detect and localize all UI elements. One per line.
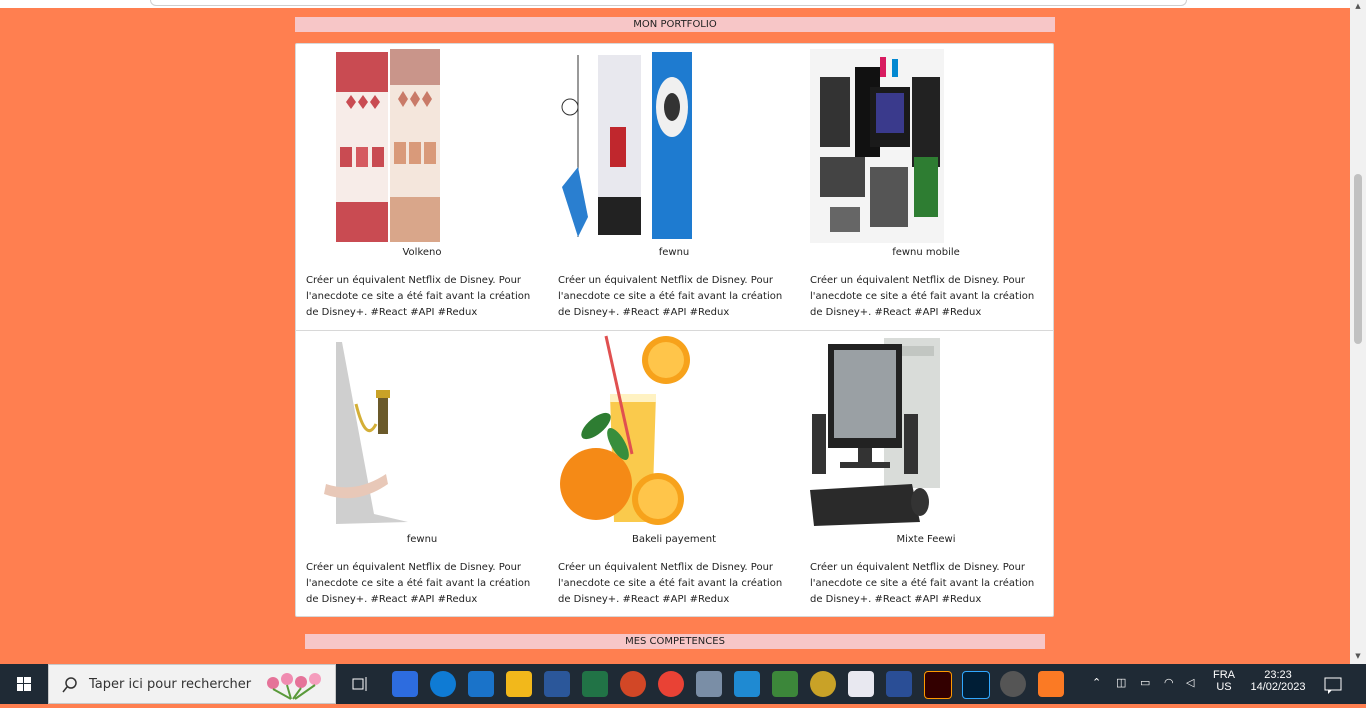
scrollbar-thumb[interactable]: [1354, 174, 1362, 344]
keyboard-layout: US: [1216, 681, 1232, 693]
project-thumbnail: [810, 334, 944, 530]
tray-chevron-icon[interactable]: ⌃: [1092, 676, 1101, 689]
store-icon[interactable]: [392, 671, 418, 697]
network-icon[interactable]: ◫: [1116, 676, 1126, 689]
file-explorer-icon[interactable]: [506, 671, 532, 697]
competences-heading: MES COMPETENCES: [305, 634, 1045, 649]
project-title: Volkeno: [402, 247, 442, 258]
language-code: FRA: [1213, 669, 1235, 681]
project-thumbnail: [306, 336, 416, 530]
remote-desktop-icon[interactable]: [696, 671, 722, 697]
powershell-icon[interactable]: [886, 671, 912, 697]
paint-icon[interactable]: [848, 671, 874, 697]
portfolio-heading: MON PORTFOLIO: [295, 17, 1055, 32]
start-button[interactable]: [0, 664, 48, 704]
top-panel-edge: [150, 0, 1187, 6]
project-title: Mixte Feewi: [896, 534, 956, 545]
illustrator-icon[interactable]: [924, 671, 952, 699]
vscode-icon[interactable]: [734, 671, 760, 697]
excel-icon[interactable]: [582, 671, 608, 697]
portfolio-grid: Volkeno Créer un équivalent Netflix de D…: [295, 43, 1054, 617]
wifi-icon[interactable]: ◠: [1164, 676, 1174, 689]
project-card-bakeli-payement[interactable]: Bakeli payement Créer un équivalent Netf…: [548, 331, 800, 617]
portfolio-row: fewnu Créer un équivalent Netflix de Dis…: [296, 331, 1053, 617]
project-card-fewnu[interactable]: fewnu Créer un équivalent Netflix de Dis…: [548, 44, 800, 330]
tulips-icon: [267, 673, 321, 700]
project-card-fewnu-mobile[interactable]: fewnu mobile Créer un équivalent Netflix…: [800, 44, 1052, 330]
photoshop-icon[interactable]: [962, 671, 990, 699]
edge-icon[interactable]: [430, 671, 456, 697]
powerpoint-icon[interactable]: [620, 671, 646, 697]
project-title: fewnu mobile: [892, 247, 960, 258]
project-card-mixte-feewi[interactable]: Mixte Feewi Créer un équivalent Netflix …: [800, 331, 1052, 617]
word-icon[interactable]: [544, 671, 570, 697]
node-icon[interactable]: [772, 671, 798, 697]
portfolio-row: Volkeno Créer un équivalent Netflix de D…: [296, 44, 1053, 331]
search-icon: [62, 677, 77, 693]
project-card-fewnu-2[interactable]: fewnu Créer un équivalent Netflix de Dis…: [296, 331, 548, 617]
task-view-icon[interactable]: [347, 671, 373, 697]
project-description: Créer un équivalent Netflix de Disney. P…: [558, 562, 783, 605]
project-thumbnail: [810, 49, 944, 243]
scroll-up-icon[interactable]: ▲: [1350, 0, 1366, 12]
project-thumbnail: [558, 334, 692, 530]
page-scrollbar[interactable]: ▲ ▼: [1350, 0, 1366, 664]
xampp-icon[interactable]: [1038, 671, 1064, 697]
notification-icon[interactable]: [1320, 671, 1346, 697]
scroll-down-icon[interactable]: ▼: [1350, 650, 1366, 662]
project-description: Créer un équivalent Netflix de Disney. P…: [810, 562, 1035, 605]
app-icon[interactable]: [810, 671, 836, 697]
project-description: Créer un équivalent Netflix de Disney. P…: [810, 275, 1035, 318]
mail-icon[interactable]: [468, 671, 494, 697]
clock-time: 23:23: [1264, 669, 1292, 681]
battery-icon[interactable]: ▭: [1140, 676, 1150, 689]
project-thumbnail: [336, 49, 440, 242]
clock[interactable]: 23:23 14/02/2023: [1244, 669, 1312, 693]
search-placeholder: Taper ici pour rechercher: [89, 677, 252, 692]
taskbar-search[interactable]: Taper ici pour rechercher: [48, 664, 336, 704]
browser-top-strip: [0, 0, 1350, 8]
project-title: fewnu: [406, 534, 438, 545]
project-description: Créer un équivalent Netflix de Disney. P…: [558, 275, 783, 318]
project-thumbnail: [561, 52, 692, 239]
project-title: Bakeli payement: [631, 534, 716, 545]
volume-icon[interactable]: ◁: [1186, 676, 1194, 689]
project-description: Créer un équivalent Netflix de Disney. P…: [306, 562, 531, 605]
input-language[interactable]: FRA US: [1208, 669, 1240, 693]
windows-logo-icon: [17, 677, 31, 691]
project-description: Créer un équivalent Netflix de Disney. P…: [306, 275, 531, 318]
media-icon[interactable]: [1000, 671, 1026, 697]
project-title: fewnu: [658, 247, 690, 258]
project-card-volkeno[interactable]: Volkeno Créer un équivalent Netflix de D…: [296, 44, 548, 330]
clock-date: 14/02/2023: [1250, 681, 1306, 693]
chrome-icon[interactable]: [658, 671, 684, 697]
windows-taskbar: Taper ici pour rechercher ⌃ ◫ ▭ ◠ ◁ FRA …: [0, 664, 1366, 704]
